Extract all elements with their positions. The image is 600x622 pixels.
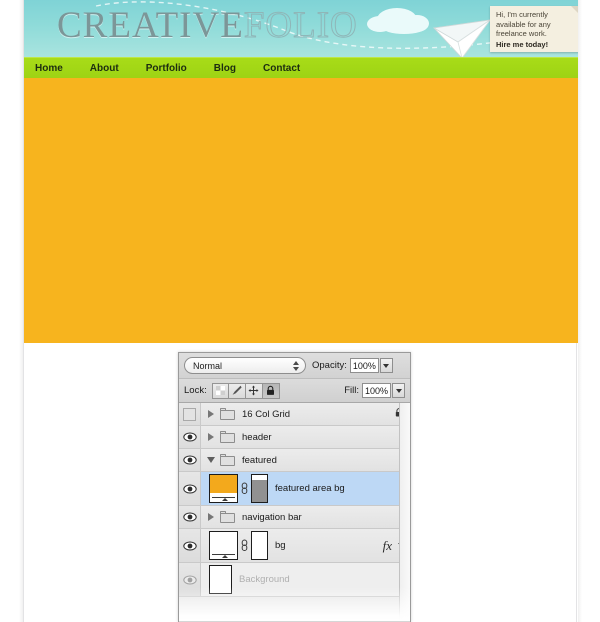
- fill-group: Fill: 100%: [344, 383, 405, 398]
- layer-row[interactable]: navigation bar: [179, 506, 410, 529]
- layer-name: featured area bg: [275, 483, 345, 494]
- folder-icon: [220, 431, 235, 443]
- layer-thumbnails: [209, 531, 268, 560]
- layers-panel-lockbar: Lock: Fill: 100%: [179, 379, 410, 403]
- eye-icon: [182, 541, 197, 550]
- nav-item-contact[interactable]: Contact: [263, 63, 300, 74]
- paper-plane-icon: [432, 19, 491, 57]
- sticky-note-line-3: freelance work.: [496, 29, 547, 39]
- folder-icon: [220, 511, 235, 523]
- layer-row[interactable]: header: [179, 426, 410, 449]
- layer-visibility-toggle[interactable]: [179, 563, 201, 596]
- layer-name: navigation bar: [242, 511, 302, 523]
- opacity-input[interactable]: 100%: [349, 358, 379, 373]
- lock-position-move-icon[interactable]: [245, 382, 263, 399]
- layer-visibility-toggle[interactable]: [179, 403, 201, 425]
- layer-thumbnail[interactable]: [209, 565, 232, 594]
- eye-icon: [182, 575, 197, 584]
- layer-name: featured: [242, 454, 277, 466]
- eye-icon: [182, 512, 197, 522]
- layer-thumbnails: [209, 474, 268, 503]
- nav-item-blog[interactable]: Blog: [214, 63, 236, 74]
- folder-icon: [220, 408, 235, 420]
- layer-visibility-toggle[interactable]: [179, 449, 201, 471]
- fill-dropdown-arrow-icon[interactable]: [392, 383, 405, 398]
- logo-text-folio: FOLIO: [243, 5, 358, 47]
- cloud-icon-d: [382, 20, 426, 34]
- layer-name: header: [242, 431, 272, 443]
- layer-mask-thumbnail[interactable]: [251, 531, 268, 560]
- group-disclosure-triangle-icon[interactable]: [203, 513, 219, 521]
- layer-row[interactable]: featured: [179, 449, 410, 472]
- eye-icon: [182, 484, 197, 493]
- layer-visibility-toggle[interactable]: [179, 426, 201, 448]
- link-mask-chain-icon[interactable]: [240, 474, 249, 503]
- layer-thumbnail[interactable]: [209, 474, 238, 503]
- layer-row[interactable]: Background: [179, 563, 410, 597]
- nav-item-about[interactable]: About: [90, 63, 119, 74]
- group-disclosure-triangle-icon[interactable]: [203, 457, 219, 463]
- eye-icon: [182, 455, 197, 465]
- site-header: CREATIVEFOLIO Hi, I'm currently availabl…: [24, 0, 578, 57]
- blend-mode-value: Normal: [193, 360, 223, 371]
- layers-list[interactable]: 16 Col Grid header featured featured are…: [179, 403, 410, 621]
- layer-row[interactable]: 16 Col Grid: [179, 403, 410, 426]
- page-right-shadow: [578, 0, 582, 622]
- opacity-label: Opacity:: [312, 360, 347, 371]
- fill-label: Fill:: [344, 385, 359, 396]
- layers-panel: Normal Opacity: 100% Lock: Fill: 100% 16…: [178, 352, 411, 622]
- sticky-note: Hi, I'm currently available for any free…: [490, 6, 578, 52]
- screenshot-root: CREATIVEFOLIO Hi, I'm currently availabl…: [0, 0, 600, 622]
- lock-all-padlock-icon[interactable]: [262, 382, 280, 399]
- nav-item-home[interactable]: Home: [35, 63, 63, 74]
- logo-text-creative: CREATIVE: [57, 5, 244, 46]
- sticky-note-line-1: Hi, I'm currently: [496, 10, 548, 19]
- layers-list-scrollbar[interactable]: [399, 403, 410, 621]
- eye-icon: [182, 432, 197, 442]
- opacity-dropdown-arrow-icon[interactable]: [379, 358, 393, 373]
- main-navigation: Home About Portfolio Blog Contact: [24, 57, 578, 78]
- sticky-note-cta[interactable]: Hire me today!: [496, 40, 575, 50]
- layer-visibility-toggle[interactable]: [179, 506, 201, 528]
- blend-mode-select[interactable]: Normal: [184, 357, 306, 374]
- layer-name: 16 Col Grid: [242, 408, 291, 420]
- link-mask-chain-icon[interactable]: [240, 531, 249, 560]
- lock-transparency-icon[interactable]: [211, 382, 229, 399]
- group-disclosure-triangle-icon[interactable]: [203, 410, 219, 418]
- layer-name: Background: [239, 574, 290, 585]
- lock-label: Lock:: [184, 385, 207, 396]
- layer-visibility-toggle[interactable]: [179, 472, 201, 505]
- layer-row-selected[interactable]: featured area bg: [179, 472, 410, 506]
- sticky-note-line-2: available for any: [496, 19, 551, 29]
- layer-row[interactable]: bg fx: [179, 529, 410, 563]
- group-disclosure-triangle-icon[interactable]: [203, 433, 219, 441]
- layers-panel-topbar: Normal Opacity: 100%: [179, 353, 410, 379]
- featured-area-bg: [24, 78, 578, 343]
- blend-mode-stepper-icon[interactable]: [290, 359, 301, 373]
- fx-icon: fx: [382, 537, 392, 553]
- site-logo[interactable]: CREATIVEFOLIO: [57, 4, 358, 48]
- folder-icon: [220, 454, 235, 466]
- layer-thumbnail[interactable]: [209, 531, 238, 560]
- nav-item-portfolio[interactable]: Portfolio: [146, 63, 187, 74]
- layer-mask-thumbnail[interactable]: [251, 474, 268, 503]
- visibility-off-box-icon: [183, 407, 196, 421]
- fill-input[interactable]: 100%: [362, 383, 391, 398]
- layer-visibility-toggle[interactable]: [179, 529, 201, 562]
- layer-name: bg: [275, 540, 286, 551]
- lock-button-group: [211, 382, 280, 399]
- lock-image-brush-icon[interactable]: [228, 382, 246, 399]
